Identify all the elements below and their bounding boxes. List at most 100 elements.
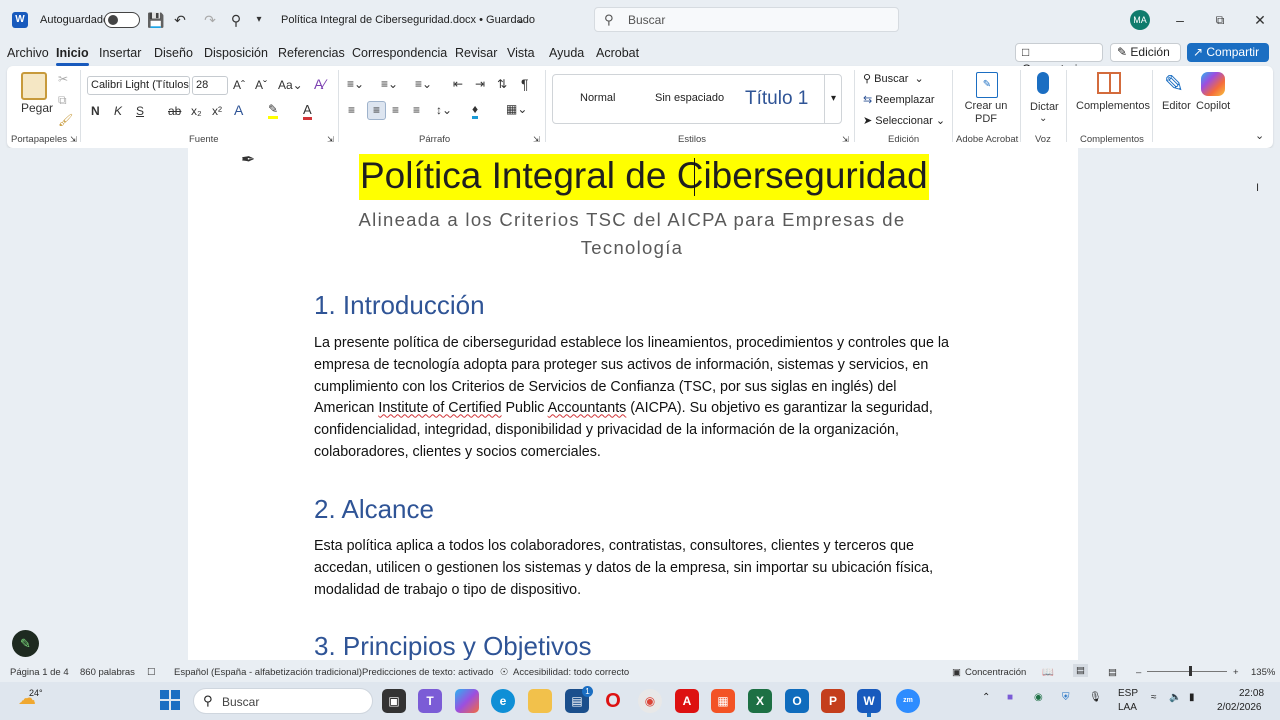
shrink-font-icon[interactable]: Aˇ [255, 78, 267, 92]
microphone-tray-icon[interactable]: 🎙 [1089, 692, 1102, 703]
start-icon[interactable] [160, 690, 180, 710]
copy-icon[interactable]: ⧉ [58, 93, 67, 108]
zoom-slider-thumb[interactable] [1189, 666, 1192, 676]
tab-correspondencia[interactable]: Correspondencia [352, 46, 447, 62]
outlook-icon[interactable]: O [785, 689, 809, 713]
cut-icon[interactable]: ✂ [58, 72, 68, 86]
close-icon[interactable]: ✕ [1250, 10, 1270, 30]
volume-icon[interactable]: 🔈 [1169, 692, 1181, 703]
strikethrough-button[interactable]: ab [168, 104, 181, 118]
clock-date[interactable]: 2/02/2026 [1217, 702, 1262, 713]
ribbon-collapse-icon[interactable]: ⌄ [1255, 129, 1264, 142]
paragraph-dialog-launcher-icon[interactable]: ⇲ [533, 135, 540, 144]
microphone-icon[interactable] [1037, 72, 1049, 94]
increase-indent-icon[interactable]: ⇥ [475, 77, 485, 91]
editor-button[interactable]: Editor [1162, 100, 1191, 112]
tray-app-icon[interactable]: ◉ [1034, 692, 1043, 703]
editor-pen-icon[interactable]: ✎ [1164, 70, 1184, 99]
borders-icon[interactable]: ▦⌄ [506, 102, 527, 116]
weather-temp[interactable]: 24° [29, 688, 43, 698]
zoom-out-icon[interactable]: – [1136, 667, 1141, 678]
tab-disposicion[interactable]: Disposición [204, 46, 268, 62]
justify-icon[interactable]: ≡ [413, 103, 420, 117]
superscript-button[interactable]: x² [212, 104, 222, 118]
paragraph-alcance[interactable]: Esta política aplica a todos los colabor… [314, 536, 954, 601]
shield-icon[interactable]: ⛨ [1062, 692, 1070, 703]
word-taskbar-icon[interactable]: W [857, 689, 881, 713]
zoom-app-icon[interactable]: zm [896, 689, 920, 713]
minimize-icon[interactable]: – [1170, 10, 1190, 30]
bullets-icon[interactable]: ≡⌄ [347, 77, 364, 91]
language-status[interactable]: Español (España - alfabetización tradici… [174, 667, 362, 678]
underline-button[interactable]: S [136, 104, 144, 118]
read-mode-icon[interactable]: 📖 [1042, 667, 1054, 678]
format-painter-icon[interactable]: 🖌 [58, 113, 73, 127]
copilot-button[interactable]: Copilot [1196, 100, 1230, 112]
numbering-icon[interactable]: ≡⌄ [381, 77, 398, 91]
italic-button[interactable]: K [114, 104, 122, 118]
text-effects-icon[interactable]: A [234, 102, 243, 118]
clock-time[interactable]: 22:08 [1239, 688, 1264, 699]
font-color-icon[interactable]: A [303, 102, 312, 120]
zoom-level[interactable]: 135% [1251, 667, 1275, 678]
subscript-button[interactable]: x₂ [191, 104, 202, 118]
zoom-in-icon[interactable]: + [1233, 667, 1239, 678]
tab-referencias[interactable]: Referencias [278, 46, 345, 62]
styles-dialog-launcher-icon[interactable]: ⇲ [842, 135, 849, 144]
font-size-select[interactable]: 28 [192, 76, 228, 95]
powerpoint-icon[interactable]: P [821, 689, 845, 713]
taskbar-search-input[interactable]: ⚲ Buscar [193, 688, 373, 714]
save-icon[interactable]: 💾 [147, 11, 165, 29]
edge-icon[interactable]: e [491, 689, 515, 713]
decrease-indent-icon[interactable]: ⇤ [453, 77, 463, 91]
language-indicator-top[interactable]: ESP [1118, 688, 1138, 699]
file-explorer-icon[interactable] [528, 689, 552, 713]
paste-icon[interactable] [21, 72, 47, 100]
restore-icon[interactable]: ⧉ [1210, 10, 1230, 30]
grow-font-icon[interactable]: Aˆ [233, 78, 245, 92]
tab-vista[interactable]: Vista [507, 46, 535, 62]
acrobat-icon[interactable]: A [675, 689, 699, 713]
select-button[interactable]: ➤ Seleccionar ⌄ [863, 114, 945, 127]
ai-pen-icon[interactable]: ✒ [241, 150, 255, 170]
opera-icon[interactable]: O [601, 689, 625, 713]
web-layout-icon[interactable]: ▤ [1108, 667, 1117, 678]
print-layout-icon[interactable]: ▤ [1073, 664, 1088, 677]
create-pdf-button[interactable]: Crear un PDF [960, 100, 1012, 126]
heading-alcance[interactable]: 2. Alcance [314, 494, 434, 525]
change-case-icon[interactable]: Aa⌄ [278, 78, 303, 92]
paragraph-introduccion[interactable]: La presente política de ciberseguridad e… [314, 333, 954, 464]
comments-button[interactable]: □ Comentarios [1015, 43, 1103, 76]
document-title[interactable]: Política Integral de Ciberseguridad [359, 154, 929, 200]
show-formatting-icon[interactable]: ¶ [521, 76, 529, 92]
heading-principios[interactable]: 3. Principios y Objetivos [314, 631, 591, 660]
align-center-icon[interactable]: ≡ [367, 101, 386, 120]
language-indicator-bottom[interactable]: LAA [1118, 702, 1137, 713]
word-count[interactable]: 860 palabras [80, 667, 135, 678]
bold-button[interactable]: N [91, 104, 100, 118]
task-view-icon[interactable]: ▣ [382, 689, 406, 713]
tab-acrobat[interactable]: Acrobat [596, 46, 639, 62]
wifi-icon[interactable]: ≈ [1151, 692, 1157, 703]
tab-insertar[interactable]: Insertar [99, 46, 141, 62]
font-dialog-launcher-icon[interactable]: ⇲ [327, 135, 334, 144]
tab-revisar[interactable]: Revisar [455, 46, 497, 62]
style-no-spacing[interactable]: Sin espaciado [655, 92, 724, 104]
clear-formatting-icon[interactable]: A∕ [314, 76, 326, 92]
redo-icon[interactable]: ↷ [201, 11, 219, 29]
multilevel-list-icon[interactable]: ≡⌄ [415, 77, 432, 91]
style-normal[interactable]: Normal [580, 92, 615, 104]
sort-icon[interactable]: ⇅ [497, 77, 507, 91]
dialog-launcher-icon[interactable]: ⇲ [70, 135, 77, 144]
proofing-icon[interactable]: ☐ [147, 667, 156, 678]
search-input[interactable]: ⚲ Buscar [594, 7, 899, 32]
avatar[interactable]: MA [1130, 10, 1150, 30]
paste-button[interactable]: Pegar [21, 101, 53, 115]
dictate-button[interactable]: Dictar [1030, 101, 1059, 113]
undo-icon[interactable]: ↶ [171, 11, 189, 29]
zoom-slider[interactable] [1147, 671, 1227, 672]
find-button[interactable]: ⚲ Buscar ⌄ [863, 72, 924, 85]
document-subtitle[interactable]: Alineada a los Criterios TSC del AICPA p… [330, 206, 934, 262]
teams-icon[interactable]: T [418, 689, 442, 713]
copilot-icon[interactable] [1201, 72, 1225, 96]
